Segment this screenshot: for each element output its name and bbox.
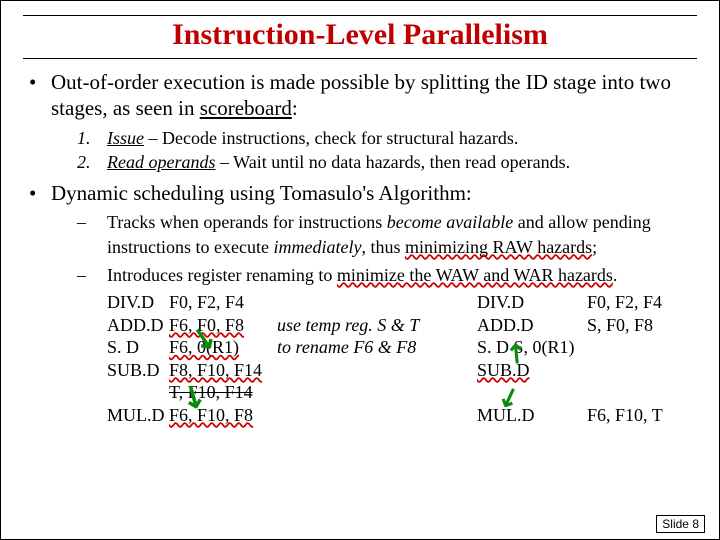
code-example: ↘ ↘ ↗ ↘ DIV.DF0, F2, F4 DIV.D F0, F2, F4… [29, 291, 697, 426]
title-bar: Instruction-Level Parallelism [23, 15, 697, 59]
bullet-2-text: Dynamic scheduling using Tomasulo's Algo… [51, 180, 697, 206]
dash-list: – Tracks when operands for instructions … [29, 210, 697, 287]
bullet-dot: • [29, 69, 51, 95]
code-row: DIV.DF0, F2, F4 DIV.D F0, F2, F4 [107, 291, 697, 314]
step-1: 1. Issue – Decode instructions, check fo… [77, 126, 697, 150]
numbered-steps: 1. Issue – Decode instructions, check fo… [29, 126, 697, 175]
arrow-icon: ↘ [500, 385, 520, 410]
bullet-dot: • [29, 180, 51, 206]
slide-number-tag: Slide 8 [656, 515, 705, 533]
bullet-2: • Dynamic scheduling using Tomasulo's Al… [29, 180, 697, 426]
dash-2: – Introduces register renaming to minimi… [77, 263, 697, 287]
arrow-icon: ↘ [190, 329, 217, 348]
step-2: 2. Read operands – Wait until no data ha… [77, 150, 697, 174]
main-list: • Out-of-order execution is made possibl… [23, 69, 697, 426]
slide-title: Instruction-Level Parallelism [23, 18, 697, 52]
bullet-1: • Out-of-order execution is made possibl… [29, 69, 697, 174]
bullet-1-text: Out-of-order execution is made possible … [51, 69, 697, 122]
dash-1: – Tracks when operands for instructions … [77, 210, 697, 259]
